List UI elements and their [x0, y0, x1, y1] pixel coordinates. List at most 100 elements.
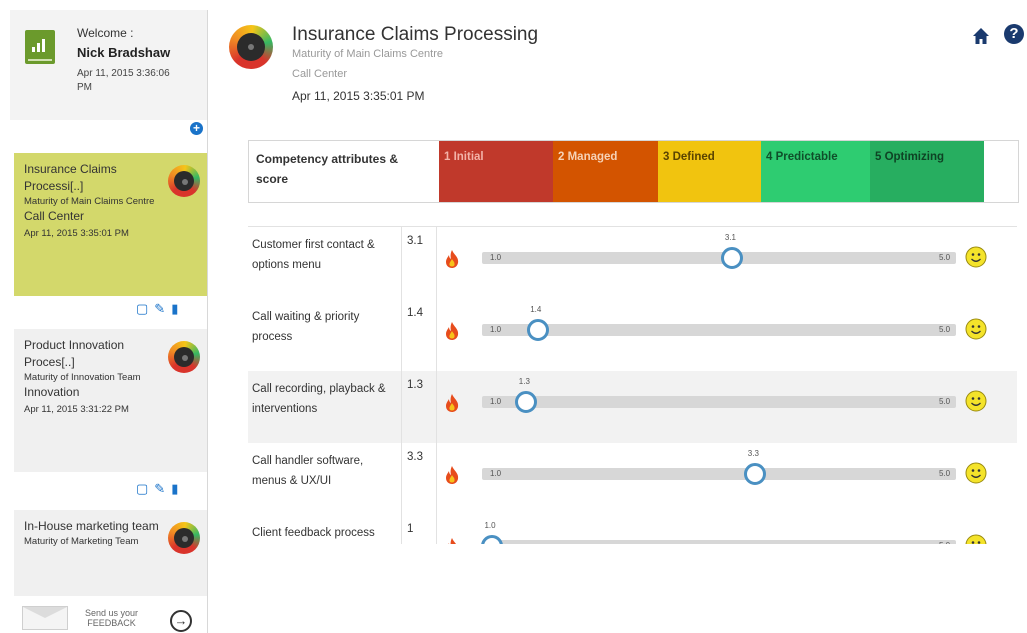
assessment-card[interactable]: Product Innovation Proces[..] Maturity o…: [14, 329, 207, 472]
slider-handle[interactable]: [744, 463, 767, 485]
card-category: Innovation: [24, 385, 80, 399]
card-subtitle: Maturity of Main Claims Centre: [24, 196, 155, 207]
competency-score: 3.3: [401, 443, 437, 515]
competency-name: Customer first contact & options menu: [252, 239, 375, 271]
edit-icon[interactable]: ✎: [154, 481, 165, 497]
smiley-icon: [965, 534, 987, 544]
slider-value-label: 1.4: [530, 305, 542, 314]
competency-row: Call waiting & priority process 1.4 1.0 5.0…: [248, 299, 1017, 372]
page-date: Apr 11, 2015 3:35:01 PM: [292, 89, 425, 103]
delete-icon[interactable]: ▮: [171, 481, 178, 497]
welcome-label: Welcome :: [77, 26, 134, 40]
scale-level-predictable: 4 Predictable: [761, 141, 870, 202]
welcome-panel: Welcome : Nick Bradshaw Apr 11, 2015 3:3…: [10, 10, 207, 120]
competency-name: Call handler software, menus & UX/UI: [252, 455, 364, 487]
slider-handle[interactable]: [515, 391, 538, 413]
competency-row: Client feedback process11.05.01.0: [248, 515, 1017, 544]
card-subtitle: Maturity of Marketing Team: [24, 536, 139, 547]
fire-icon: [446, 250, 459, 268]
fire-icon: [446, 466, 459, 484]
competency-row: Call recording, playback & interventions…: [248, 371, 1017, 444]
maturity-gauge-icon: [168, 165, 200, 197]
sidebar: Welcome : Nick Bradshaw Apr 11, 2015 3:3…: [10, 10, 208, 633]
slider-max-label: 5.0: [939, 325, 951, 334]
slider-value-label: 3.3: [747, 449, 759, 458]
feedback-line-1: Send us your: [85, 608, 139, 618]
user-name: Nick Bradshaw: [77, 45, 171, 60]
slider-handle[interactable]: [526, 319, 549, 341]
page-category: Call Center: [292, 68, 348, 80]
competency-score: 1: [401, 515, 437, 544]
fire-icon: [446, 394, 459, 412]
slider-track[interactable]: [482, 324, 956, 336]
scale-attribute-label: Competency attributes & score: [256, 152, 399, 186]
scale-level-defined: 3 Defined: [658, 141, 761, 202]
slider-handle[interactable]: [721, 247, 744, 269]
competency-name: Client feedback process: [252, 527, 375, 539]
maturity-gauge-icon: [168, 522, 200, 554]
maturity-scale: Competency attributes & score 1 Initial …: [248, 140, 1019, 203]
card-category: Call Center: [24, 209, 85, 223]
slider-track[interactable]: [482, 540, 956, 544]
main-panel: Insurance Claims Processing Maturity of …: [220, 10, 1027, 633]
pdf-icon[interactable]: ▢: [136, 481, 148, 497]
competency-name: Call recording, playback & interventions: [252, 383, 386, 415]
slider-track[interactable]: [482, 396, 956, 408]
slider-value-label: 3.1: [724, 233, 736, 242]
smiley-icon: [965, 318, 987, 340]
card-title: In-House marketing team: [24, 519, 159, 533]
competency-score: 1.4: [401, 299, 437, 371]
feedback-line-2: FEEDBACK: [87, 618, 136, 628]
feedback-bar[interactable]: Send us your FEEDBACK →: [10, 600, 207, 633]
slider-max-label: 5.0: [939, 253, 951, 262]
slider-track[interactable]: [482, 468, 956, 480]
slider-min-label: 1.0: [490, 397, 502, 406]
fire-icon: [448, 538, 457, 544]
edit-icon[interactable]: ✎: [154, 301, 165, 317]
slider-min-label: 1.0: [490, 253, 502, 262]
app-logo-icon: [25, 30, 55, 64]
slider-value-label: 1.0: [484, 521, 496, 530]
competency-row: Customer first contact & options menu 3.1…: [248, 227, 1017, 300]
card-actions: ▢ ✎ ▮: [136, 300, 184, 318]
fire-icon: [446, 322, 459, 340]
assessment-card[interactable]: In-House marketing team Maturity of Mark…: [14, 510, 207, 596]
scale-level-initial: 1 Initial: [439, 141, 553, 202]
competency-table: Customer first contact & options menu 3.1…: [248, 226, 1017, 544]
card-subtitle: Maturity of Innovation Team: [24, 372, 141, 383]
card-actions: ▢ ✎ ▮: [136, 480, 184, 498]
card-date: Apr 11, 2015 3:31:22 PM: [24, 404, 129, 415]
smiley-icon: [965, 246, 987, 268]
add-assessment-icon[interactable]: +: [190, 122, 203, 135]
pdf-icon[interactable]: ▢: [136, 301, 148, 317]
card-title: Insurance Claims Processi[..]: [24, 162, 117, 193]
assessment-card[interactable]: Insurance Claims Processi[..] Maturity o…: [14, 153, 207, 296]
feedback-text: Send us your FEEDBACK: [85, 608, 138, 628]
competency-score: 1.3: [401, 371, 437, 443]
scale-level-managed: 2 Managed: [553, 141, 658, 202]
maturity-gauge-icon: [229, 25, 273, 69]
competency-score: 3.1: [401, 227, 437, 299]
home-icon[interactable]: [972, 27, 990, 45]
slider-max-label: 5.0: [939, 469, 951, 478]
page-title: Insurance Claims Processing: [292, 24, 539, 45]
card-date: Apr 11, 2015 3:35:01 PM: [24, 228, 129, 239]
envelope-icon: [22, 606, 68, 630]
smiley-icon: [965, 390, 987, 412]
slider-value-label: 1.3: [518, 377, 530, 386]
slider-min-label: 1.0: [490, 325, 502, 334]
slider-max-label: 5.0: [939, 541, 950, 544]
smiley-icon: [965, 462, 987, 484]
delete-icon[interactable]: ▮: [171, 301, 178, 317]
page-subtitle: Maturity of Main Claims Centre: [292, 48, 443, 60]
slider-max-label: 5.0: [939, 397, 951, 406]
login-time: Apr 11, 2015 3:36:06 PM: [77, 68, 170, 93]
help-icon[interactable]: ?: [1004, 24, 1024, 44]
maturity-gauge-icon: [168, 341, 200, 373]
competency-name: Call waiting & priority process: [252, 311, 360, 343]
scale-level-optimizing: 5 Optimizing: [870, 141, 984, 202]
slider-track[interactable]: [482, 252, 956, 264]
arrow-right-icon[interactable]: →: [170, 610, 192, 632]
competency-row: Call handler software, menus & UX/UI 3.3 1…: [248, 443, 1017, 516]
slider-handle[interactable]: [481, 535, 503, 544]
